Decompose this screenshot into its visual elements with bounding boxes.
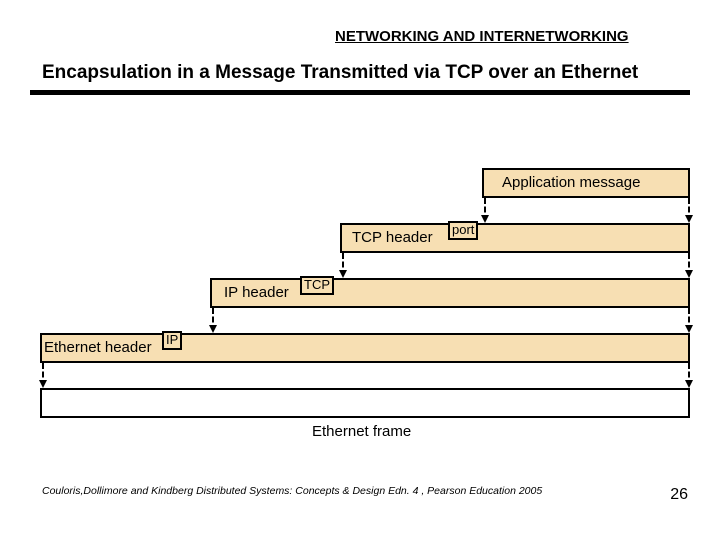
arrow-app-tcp-right — [688, 198, 690, 221]
tcp-header-label: TCP header — [352, 229, 433, 246]
encapsulation-diagram: Application message TCP header port IP h… — [30, 100, 690, 440]
ip-tcp-tag: TCP — [300, 276, 334, 295]
slide-title: Encapsulation in a Message Transmitted v… — [42, 62, 638, 84]
eth-frame-box — [40, 388, 690, 418]
arrow-app-tcp-left — [484, 198, 486, 221]
app-layer-label: Application message — [502, 174, 640, 191]
chapter-heading: NETWORKING AND INTERNETWORKING — [335, 28, 629, 45]
ip-header-label: IP header — [224, 284, 289, 301]
title-rule — [30, 90, 690, 95]
citation-text: Couloris,Dollimore and Kindberg Distribu… — [42, 485, 542, 497]
eth-header-label: Ethernet header — [44, 339, 152, 356]
eth-frame-label: Ethernet frame — [312, 423, 411, 440]
eth-ip-tag: IP — [162, 331, 182, 350]
arrow-tcp-ip-right — [688, 253, 690, 276]
arrow-tcp-ip-left — [342, 253, 344, 276]
arrow-ip-eth-right — [688, 308, 690, 331]
arrow-eth-frame-left — [42, 363, 44, 386]
page-number: 26 — [670, 486, 688, 504]
tcp-port-tag: port — [448, 221, 478, 240]
arrow-eth-frame-right — [688, 363, 690, 386]
arrow-ip-eth-left — [212, 308, 214, 331]
